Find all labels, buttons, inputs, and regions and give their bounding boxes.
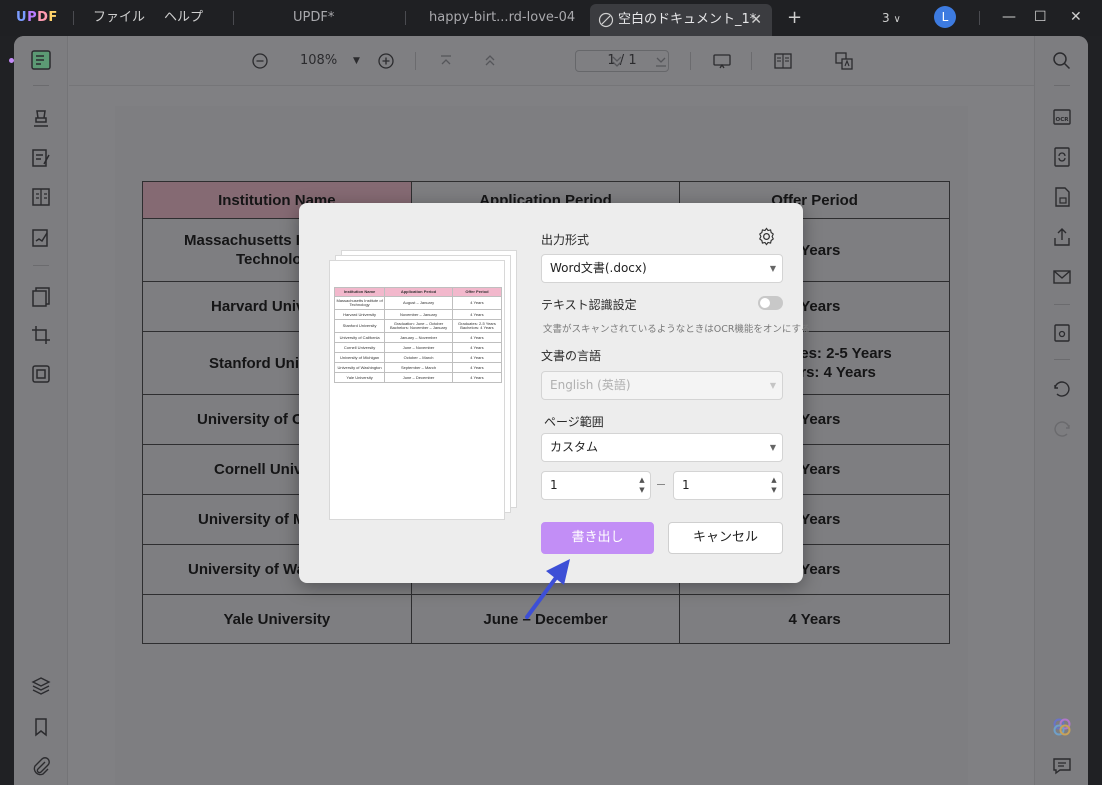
minimize-icon[interactable]: — <box>1002 0 1016 36</box>
annotation-arrow-icon <box>525 559 570 619</box>
form-icon[interactable] <box>30 186 52 208</box>
tools-icon[interactable] <box>30 363 52 385</box>
translate-icon[interactable] <box>833 50 855 72</box>
ocr-hint-text: 文書がスキャンされているようなときはOCR機能をオンにする <box>543 324 811 335</box>
zoom-in-icon[interactable] <box>375 50 397 72</box>
export-dialog: Institution Name Application Period Offer … <box>299 203 811 583</box>
save-icon[interactable] <box>1051 322 1073 344</box>
page-layout-icon[interactable] <box>772 50 794 72</box>
tab-count[interactable]: 3 ∨ <box>882 0 901 36</box>
table-cell: 4 Years <box>679 594 950 644</box>
stepper-arrows-icon[interactable]: ▲ ▼ <box>638 475 646 495</box>
zoom-dropdown-icon[interactable]: ▼ <box>353 50 360 72</box>
page-range-select[interactable]: カスタム ▼ <box>541 433 783 462</box>
output-format-label: 出力形式 <box>541 233 590 247</box>
edit-pdf-icon[interactable] <box>30 147 52 169</box>
top-toolbar: 108% ▼ 1 / 1 <box>69 36 1034 86</box>
comment-icon[interactable] <box>1051 755 1073 777</box>
presentation-icon[interactable] <box>711 50 733 72</box>
document-preview: Institution Name Application Period Offer … <box>329 250 519 520</box>
left-toolbar <box>14 36 68 785</box>
zoom-level[interactable]: 108% <box>300 50 337 72</box>
svg-text:OCR: OCR <box>1056 117 1070 123</box>
document-language-label: 文書の言語 <box>541 349 602 363</box>
fill-sign-icon[interactable] <box>30 227 52 249</box>
menu-help[interactable]: ヘルプ <box>164 0 203 36</box>
protect-icon[interactable] <box>1051 186 1073 208</box>
title-bar: UPDF ファイル ヘルプ UPDF* happy-birt...rd-love… <box>0 0 1102 36</box>
chevron-down-icon: ▼ <box>769 264 776 273</box>
new-tab-icon[interactable]: + <box>787 0 802 36</box>
ocr-icon[interactable]: OCR <box>1051 106 1073 128</box>
menu-file[interactable]: ファイル <box>93 0 145 36</box>
first-page-icon[interactable] <box>435 50 457 72</box>
maximize-icon[interactable]: ☐ <box>1034 0 1047 36</box>
chevron-down-icon: ▼ <box>769 381 776 390</box>
redo-icon[interactable] <box>1051 420 1073 442</box>
email-icon[interactable] <box>1051 266 1073 288</box>
app-logo[interactable]: UPDF <box>16 0 58 36</box>
share-icon[interactable] <box>1051 226 1073 248</box>
layers-icon[interactable] <box>30 675 52 697</box>
bookmark-icon[interactable] <box>30 716 52 738</box>
avatar[interactable]: L <box>934 6 956 28</box>
crop-icon[interactable] <box>30 324 52 346</box>
page-to-stepper[interactable]: 1 ▲ ▼ <box>673 471 783 500</box>
tab-happy-birthday[interactable]: happy-birt...rd-love-04 <box>429 0 575 36</box>
ocr-settings-label: テキスト認識設定 <box>541 298 637 312</box>
stepper-arrows-icon[interactable]: ▲ ▼ <box>770 475 778 495</box>
previous-page-icon[interactable] <box>479 50 501 72</box>
preview-page: Institution Name Application Period Offer … <box>329 260 505 520</box>
highlighter-icon[interactable] <box>30 108 52 130</box>
chevron-down-icon: ▼ <box>769 443 776 452</box>
tab-label: 空白のドキュメント_1* <box>618 12 757 27</box>
undo-icon[interactable] <box>1051 380 1073 402</box>
cancel-button[interactable]: キャンセル <box>668 522 783 554</box>
close-window-icon[interactable]: ✕ <box>1070 0 1082 36</box>
convert-icon[interactable] <box>1051 146 1073 168</box>
reader-mode-icon[interactable] <box>30 49 52 71</box>
range-separator <box>657 484 665 485</box>
ai-assistant-icon[interactable] <box>1051 716 1073 738</box>
page-from-stepper[interactable]: 1 ▲ ▼ <box>541 471 651 500</box>
document-language-select[interactable]: English (英語) ▼ <box>541 371 783 400</box>
next-page-icon[interactable] <box>606 50 628 72</box>
tab-blank-document[interactable]: 空白のドキュメント_1* ✕ <box>590 4 772 36</box>
search-icon[interactable] <box>1051 50 1073 72</box>
edit-document-icon <box>598 12 614 28</box>
right-toolbar: OCR <box>1034 36 1088 785</box>
page-range-label: ページ範囲 <box>544 415 604 429</box>
zoom-out-icon[interactable] <box>249 50 271 72</box>
settings-gear-icon[interactable] <box>757 227 776 246</box>
preview-table: Institution Name Application Period Offer … <box>333 287 503 383</box>
table-cell: Yale University <box>142 594 412 644</box>
tab-updf[interactable]: UPDF* <box>293 0 334 36</box>
last-page-icon[interactable] <box>650 50 672 72</box>
close-tab-icon[interactable]: ✕ <box>750 4 762 36</box>
attachment-icon[interactable] <box>30 756 52 778</box>
output-format-select[interactable]: Word文書(.docx) ▼ <box>541 254 783 283</box>
ocr-toggle[interactable] <box>758 296 783 310</box>
organize-pages-icon[interactable] <box>30 286 52 308</box>
export-button[interactable]: 書き出し <box>541 522 654 554</box>
